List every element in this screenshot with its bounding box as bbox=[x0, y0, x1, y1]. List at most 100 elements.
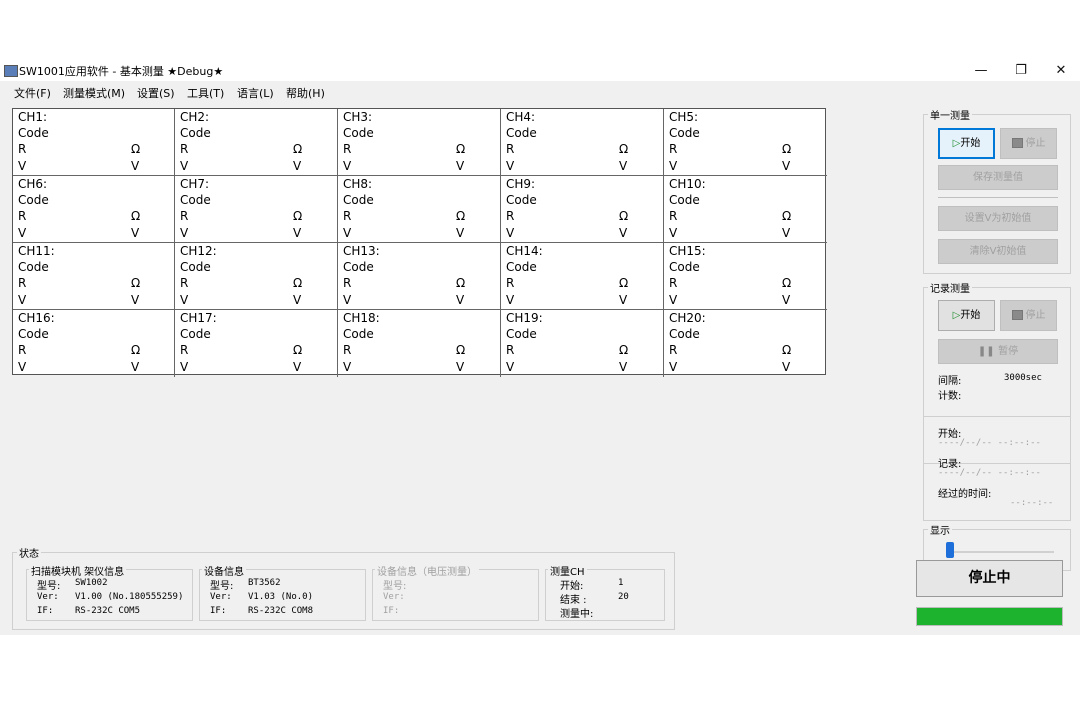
divider bbox=[938, 197, 1058, 198]
resistance-unit: Ω bbox=[131, 276, 141, 290]
resistance-unit: Ω bbox=[456, 276, 466, 290]
voltage-unit: V bbox=[293, 226, 302, 240]
menu-language[interactable]: 语言(L) bbox=[237, 85, 274, 101]
resistance-unit: Ω bbox=[456, 209, 466, 223]
display-slider-thumb[interactable] bbox=[946, 542, 954, 558]
channel-label: CH18: bbox=[343, 311, 380, 325]
code-label: Code bbox=[343, 193, 374, 207]
voltage-unit: V bbox=[456, 226, 465, 240]
resistance-label: R bbox=[669, 276, 678, 290]
progress-fill bbox=[917, 608, 1062, 625]
menu-measure-mode[interactable]: 测量模式(M) bbox=[63, 85, 125, 101]
stop-status-button[interactable]: 停止中 bbox=[916, 560, 1063, 597]
clear-v-initial-button[interactable]: 清除V初始值 bbox=[938, 239, 1058, 264]
display-title: 显示 bbox=[928, 522, 952, 537]
close-button[interactable]: ✕ bbox=[1046, 62, 1076, 80]
menu-help[interactable]: 帮助(H) bbox=[286, 85, 325, 101]
voltage-unit: V bbox=[619, 159, 628, 173]
voltage-unit: V bbox=[782, 360, 791, 374]
channel-label: CH20: bbox=[669, 311, 706, 325]
code-label: Code bbox=[18, 193, 49, 207]
channel-cell: CH4: Code R Ω V V bbox=[501, 109, 664, 176]
menu-file[interactable]: 文件(F) bbox=[14, 85, 51, 101]
channel-cell: CH2: Code R Ω V V bbox=[175, 109, 338, 176]
save-values-button[interactable]: 保存测量值 bbox=[938, 165, 1058, 190]
record-stop-button[interactable]: 停止 bbox=[1000, 300, 1057, 331]
stop-icon bbox=[1011, 138, 1023, 148]
channel-cell: CH17: Code R Ω V V bbox=[175, 310, 338, 377]
record-time-value: ----/--/-- --:--:-- bbox=[938, 468, 1041, 478]
code-label: Code bbox=[18, 260, 49, 274]
scanner-ver-label: Ver: bbox=[37, 592, 59, 602]
voltage-label: V bbox=[669, 360, 678, 374]
channel-label: CH16: bbox=[18, 311, 55, 325]
scanner-if-value: RS-232C COM5 bbox=[75, 606, 141, 616]
voltage-label: V bbox=[506, 360, 515, 374]
channel-label: CH10: bbox=[669, 177, 706, 191]
voltage-unit: V bbox=[293, 360, 302, 374]
measure-start-value: 1 bbox=[618, 578, 624, 588]
status-title: 状态 bbox=[17, 545, 41, 560]
scanner-ver-value: V1.00 (No.180555259) bbox=[75, 592, 184, 602]
resistance-label: R bbox=[506, 142, 515, 156]
single-stop-button[interactable]: 停止 bbox=[1000, 128, 1057, 159]
record-start-label: 开始 bbox=[960, 310, 981, 321]
record-pause-button[interactable]: ❚❚ 暂停 bbox=[938, 339, 1058, 364]
record-measure-title: 记录测量 bbox=[928, 280, 972, 295]
resistance-unit: Ω bbox=[782, 343, 792, 357]
menu-settings[interactable]: 设置(S) bbox=[137, 85, 175, 101]
code-label: Code bbox=[18, 126, 49, 140]
measure-ch-panel: 测量CH 开始: 1 结束 : 20 测量中: bbox=[545, 563, 665, 621]
record-stop-label: 停止 bbox=[1025, 310, 1046, 321]
device-info-panel: 设备信息 型号: BT3562 Ver: V1.03 (No.0) IF: RS… bbox=[199, 563, 366, 621]
display-slider-track[interactable] bbox=[948, 551, 1054, 553]
channel-cell: CH20: Code R Ω V V bbox=[664, 310, 827, 377]
resistance-label: R bbox=[18, 343, 27, 357]
resistance-unit: Ω bbox=[456, 142, 466, 156]
maximize-button[interactable]: ❐ bbox=[1006, 62, 1036, 80]
channel-label: CH7: bbox=[180, 177, 210, 191]
set-v-initial-button[interactable]: 设置V为初始值 bbox=[938, 206, 1058, 231]
scanner-info-title: 扫描模块机 架仪信息 bbox=[29, 563, 127, 578]
resistance-unit: Ω bbox=[131, 343, 141, 357]
resistance-label: R bbox=[180, 343, 189, 357]
voltage-unit: V bbox=[782, 293, 791, 307]
record-measure-group: 记录测量 ▷开始 停止 ❚❚ 暂停 间隔: 3000sec 计数: 开始: --… bbox=[923, 280, 1071, 521]
single-start-label: 开始 bbox=[960, 138, 981, 149]
device-voltage-info-title: 设备信息（电压测量） bbox=[375, 563, 479, 578]
minimize-button[interactable]: — bbox=[966, 62, 996, 80]
channel-label: CH6: bbox=[18, 177, 48, 191]
code-label: Code bbox=[180, 260, 211, 274]
code-label: Code bbox=[343, 260, 374, 274]
voltage-unit: V bbox=[131, 226, 140, 240]
device-voltage-model-label: 型号: bbox=[383, 581, 407, 592]
device-ver-label: Ver: bbox=[210, 592, 232, 602]
resistance-unit: Ω bbox=[456, 343, 466, 357]
channel-label: CH11: bbox=[18, 244, 55, 258]
voltage-unit: V bbox=[619, 226, 628, 240]
code-label: Code bbox=[669, 193, 700, 207]
voltage-unit: V bbox=[456, 360, 465, 374]
channel-label: CH19: bbox=[506, 311, 543, 325]
channel-label: CH1: bbox=[18, 110, 48, 124]
device-voltage-if-label: IF: bbox=[383, 606, 400, 616]
title-bar: SW1001应用软件 - 基本测量 ★Debug★ — ❐ ✕ bbox=[0, 60, 1080, 81]
voltage-unit: V bbox=[293, 293, 302, 307]
voltage-unit: V bbox=[782, 226, 791, 240]
device-voltage-ver-label: Ver: bbox=[383, 592, 405, 602]
device-if-value: RS-232C COM8 bbox=[248, 606, 314, 616]
single-measure-title: 单一测量 bbox=[928, 107, 972, 122]
menu-tools[interactable]: 工具(T) bbox=[187, 85, 224, 101]
code-label: Code bbox=[343, 126, 374, 140]
channel-label: CH9: bbox=[506, 177, 536, 191]
record-start-button[interactable]: ▷开始 bbox=[938, 300, 995, 331]
device-voltage-info-panel: 设备信息（电压测量） 型号: Ver: IF: bbox=[372, 563, 539, 621]
voltage-unit: V bbox=[782, 159, 791, 173]
resistance-label: R bbox=[506, 343, 515, 357]
resistance-unit: Ω bbox=[293, 343, 303, 357]
start-time-value: ----/--/-- --:--:-- bbox=[938, 438, 1041, 448]
channel-cell: CH9: Code R Ω V V bbox=[501, 176, 664, 243]
single-start-button[interactable]: ▷开始 bbox=[938, 128, 995, 159]
channel-cell: CH13: Code R Ω V V bbox=[338, 243, 501, 310]
measure-end-label: 结束 : bbox=[560, 595, 587, 606]
